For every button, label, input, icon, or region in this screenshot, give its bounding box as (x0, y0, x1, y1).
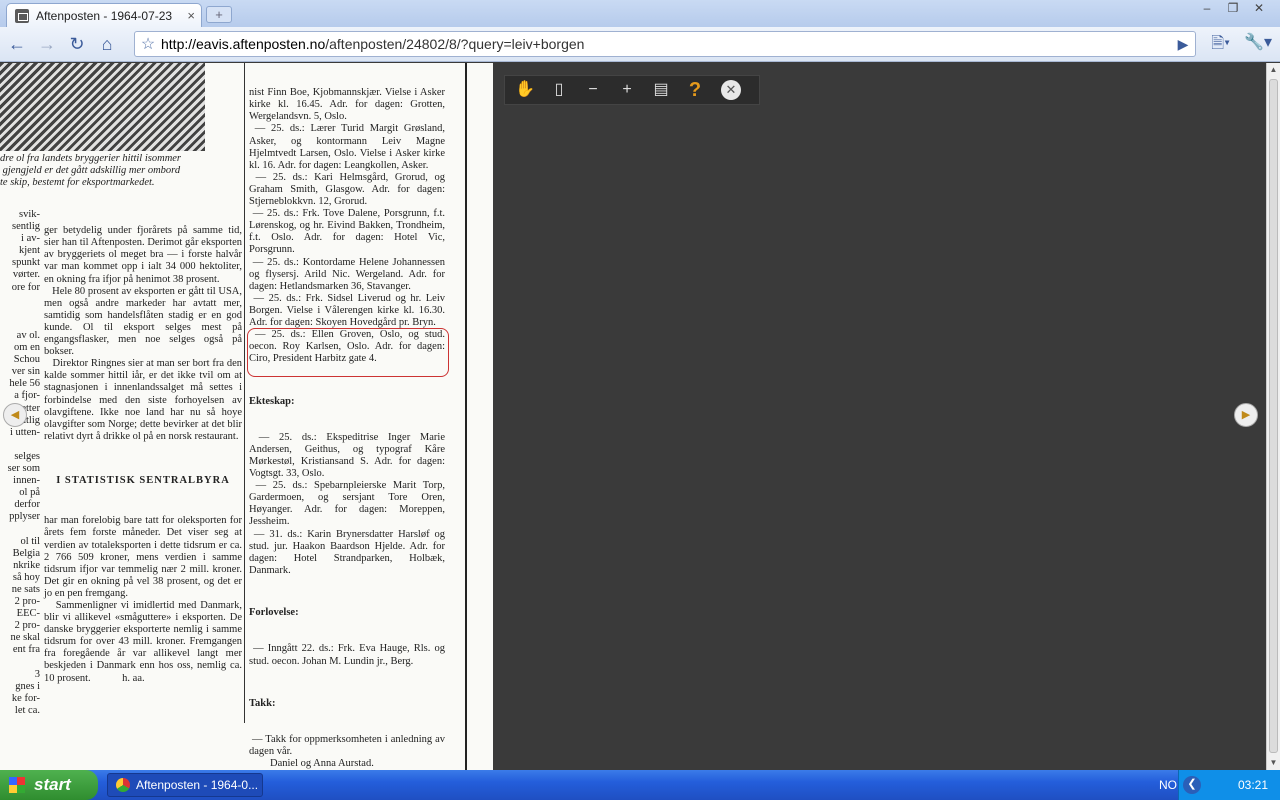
clock: 03:21 (1237, 778, 1268, 792)
article-column-left: svik- sentlig i av- kjent spunkt vørter.… (7, 209, 40, 716)
thanks-heading: Takk: (249, 697, 276, 709)
windows-taskbar: start Aftenposten - 1964-0... NO ❮ 03:21 (0, 770, 1280, 800)
tray-expand-icon[interactable]: ❮ (1183, 776, 1201, 794)
scroll-up-icon[interactable]: ▲ (1267, 63, 1280, 77)
wrench-menu-icon[interactable]: 🔧▾ (1244, 32, 1272, 59)
next-page-icon[interactable]: ▶ (1234, 403, 1258, 427)
scroll-thumb[interactable] (1269, 79, 1278, 753)
article-subheading: I STATISTISK SENTRALBYRA (56, 475, 230, 487)
tab-close-icon[interactable]: × (187, 8, 195, 23)
announcements-column: nist Finn Boe, Kjobmannskjær. Vielse i A… (249, 63, 445, 770)
help-icon[interactable]: ? (681, 78, 709, 102)
scroll-down-icon[interactable]: ▼ (1267, 756, 1280, 770)
close-window-button[interactable]: ✕ (1248, 0, 1270, 16)
toolbar-right: 🗎▾ 🔧▾ (1211, 32, 1272, 59)
reload-icon[interactable]: ↻ (64, 31, 90, 57)
wedding-notices: nist Finn Boe, Kjobmannskjær. Vielse i A… (249, 87, 446, 365)
browser-tab[interactable]: Aftenposten - 1964-07-23 × (6, 3, 202, 27)
zoom-in-icon[interactable]: + (613, 78, 641, 102)
tab-title: Aftenposten - 1964-07-23 (36, 8, 173, 23)
vertical-scrollbar[interactable]: ▲ ▼ (1266, 63, 1280, 770)
page-edge (465, 63, 467, 770)
language-indicator[interactable]: NO (1159, 770, 1177, 800)
minimize-button[interactable]: ‒ (1196, 0, 1218, 16)
viewer-area: dre ol fra landets bryggerier hittil iso… (0, 63, 1266, 770)
article-text-top: ger betydelig under fjorårets på samme t… (44, 225, 243, 442)
new-tab-button[interactable]: + (206, 6, 232, 23)
previous-page-icon[interactable]: ◀ (3, 403, 27, 427)
column-divider (244, 63, 245, 723)
window-controls: ‒ ❐ ✕ (1196, 0, 1270, 16)
home-icon[interactable]: ⌂ (94, 31, 120, 57)
engagement-notices: — Inngått 22. ds.: Frk. Eva Hauge, Rls. … (249, 643, 448, 667)
back-icon[interactable]: ← (4, 31, 30, 57)
marriage-heading: Ekteskap: (249, 395, 295, 407)
close-viewer-icon[interactable]: ✕ (721, 80, 741, 100)
page-menu-icon[interactable]: 🗎▾ (1211, 32, 1230, 59)
system-tray: NO ❮ 03:21 (1159, 770, 1280, 800)
newspaper-favicon-icon (15, 8, 29, 23)
zoom-out-icon[interactable]: − (579, 78, 607, 102)
url-text[interactable]: http://eavis.aftenposten.no/aftenposten/… (161, 36, 1171, 52)
start-button[interactable]: start (0, 770, 98, 800)
address-bar[interactable]: ☆ http://eavis.aftenposten.no/aftenposte… (134, 31, 1196, 57)
taskbar-chrome-item[interactable]: Aftenposten - 1964-0... (107, 773, 263, 797)
thanks-notice: — Takk for oppmerksomheten i anledning a… (249, 734, 446, 770)
marriage-notices: — 25. ds.: Ekspeditrise Inger Marie Ande… (249, 431, 446, 576)
pan-hand-icon[interactable]: ✋ (511, 78, 539, 102)
article-text-bottom: har man forelobig bare tatt for olekspor… (44, 515, 242, 684)
browser-toolbar: ← → ↻ ⌂ ☆ http://eavis.aftenposten.no/af… (0, 27, 1280, 62)
go-arrow-icon[interactable]: ▶ (1171, 36, 1195, 53)
article-column-middle: ger betydelig under fjorårets på samme t… (44, 201, 242, 709)
clip-tool-icon[interactable]: ▯ (545, 78, 573, 102)
bookmark-star-icon[interactable]: ☆ (135, 34, 161, 54)
url-path: /aftenposten/24802/8/?query=leiv+borgen (325, 36, 585, 52)
search-hit-highlight[interactable] (247, 328, 449, 377)
page-list-icon[interactable]: ▤ (647, 78, 675, 102)
forward-icon[interactable]: → (34, 31, 60, 57)
url-host: http://eavis.aftenposten.no (161, 36, 326, 52)
restore-button[interactable]: ❐ (1222, 0, 1244, 16)
engagement-heading: Forlovelse: (249, 607, 299, 619)
photo-caption: dre ol fra landets bryggerier hittil iso… (0, 153, 182, 189)
newspaper-page: dre ol fra landets bryggerier hittil iso… (0, 63, 493, 770)
tab-strip: Aftenposten - 1964-07-23 × + ‒ ❐ ✕ (0, 0, 1280, 27)
newspaper-photo (0, 63, 205, 151)
viewer-toolbar: ✋ ▯ − + ▤ ? ✕ (504, 75, 760, 105)
